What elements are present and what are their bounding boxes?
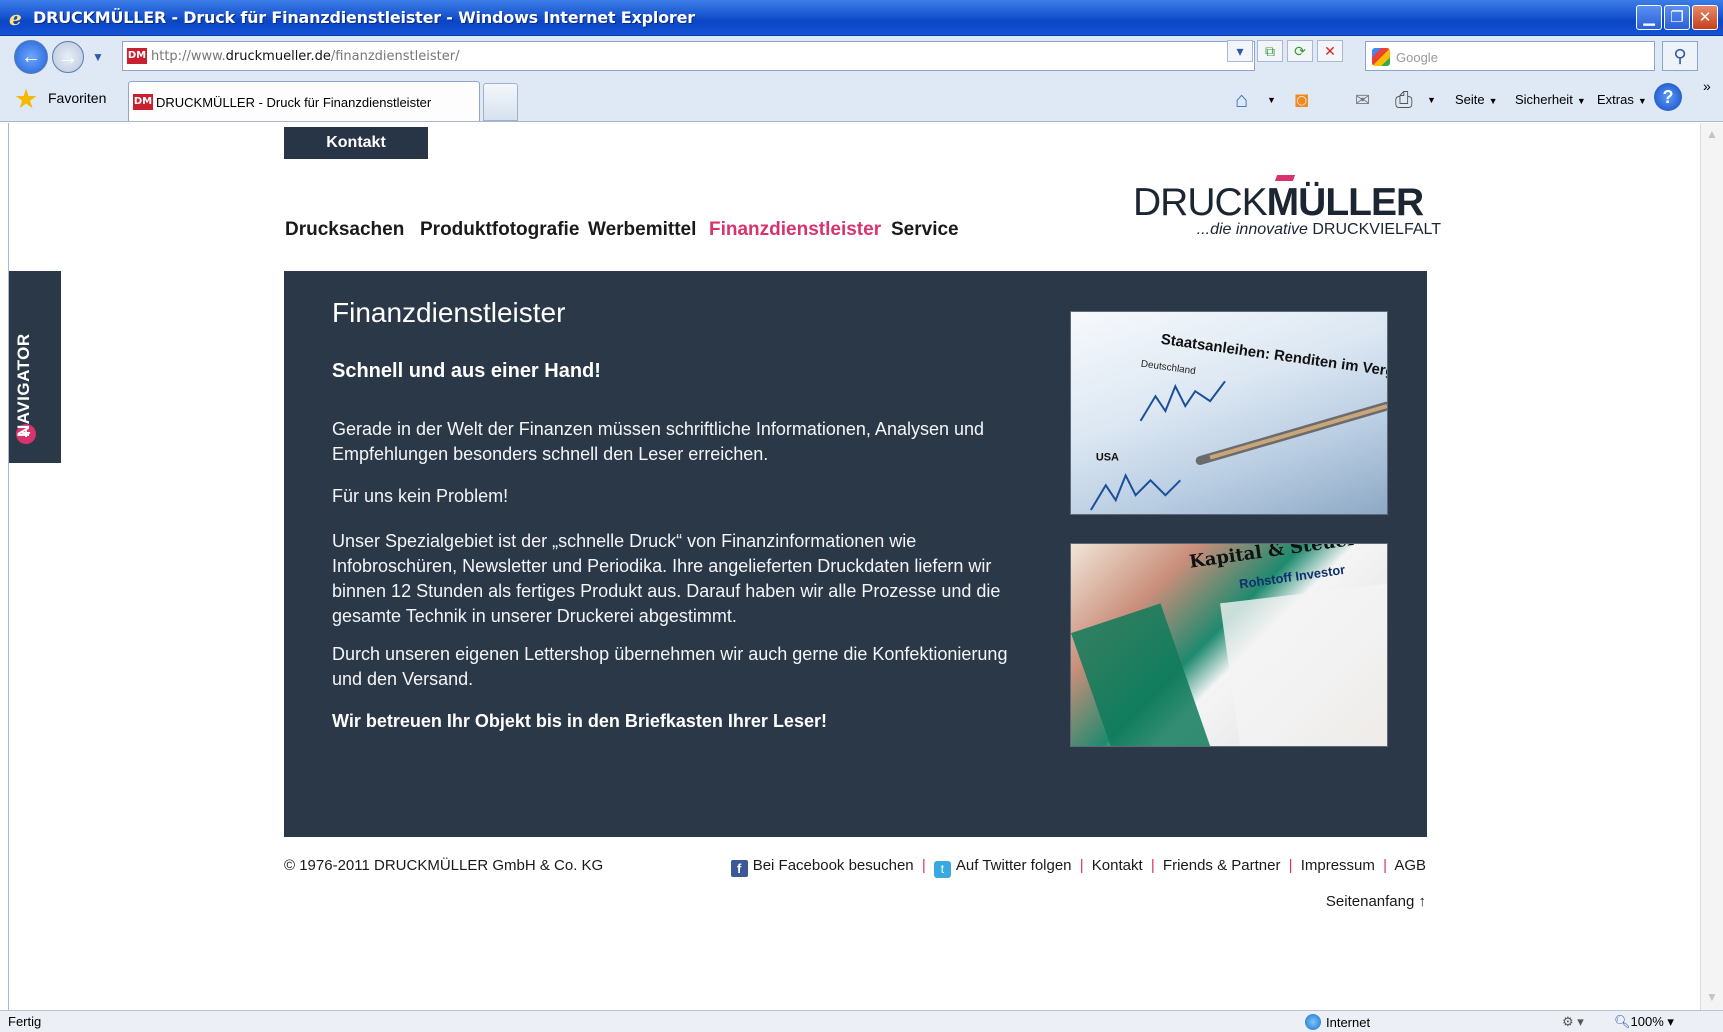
favorites-star-icon[interactable]: ★: [14, 85, 42, 113]
nav-produktfotografie[interactable]: Produktfotografie: [420, 219, 579, 241]
footer-link-kontakt[interactable]: Kontakt: [1092, 857, 1143, 874]
page-title: Finanzdienstleister: [332, 297, 566, 328]
favorites-button[interactable]: Favoriten: [48, 90, 106, 106]
svg-text:USA: USA: [1096, 452, 1119, 464]
nav-service[interactable]: Service: [891, 219, 959, 241]
mail-icon[interactable]: ✉: [1355, 86, 1370, 114]
logo-wordmark: DRUCKMÜLLER: [1133, 181, 1424, 224]
nav-finanzdienstleister[interactable]: Finanzdienstleister: [709, 219, 881, 241]
protected-mode-icon[interactable]: ⚙ ▾: [1562, 1014, 1584, 1030]
twitter-icon[interactable]: t: [933, 861, 951, 878]
navigator-label: NAVIGATOR: [14, 333, 33, 437]
address-input[interactable]: DM http://www.druckmueller.de/finanzdien…: [122, 41, 1255, 71]
zoom-level[interactable]: 🔍︎100% ▾: [1614, 1014, 1674, 1030]
paragraph-closing: Wir betreuen Ihr Objekt bis in den Brief…: [332, 711, 827, 731]
back-to-top-link[interactable]: Seitenanfang ↑: [1326, 893, 1426, 910]
paragraph-3: Unser Spezialgebiet ist der „schnelle Dr…: [332, 531, 1001, 626]
close-button[interactable]: ✕: [1692, 5, 1718, 30]
footer-separator: |: [1150, 857, 1155, 874]
forward-button[interactable]: →: [52, 41, 84, 73]
rss-feed-icon[interactable]: ◙: [1295, 86, 1308, 114]
footer-link-friends[interactable]: Friends & Partner: [1163, 857, 1281, 874]
recent-pages-dropdown-icon[interactable]: ▼: [92, 50, 104, 64]
paragraph-2: Für uns kein Problem!: [332, 486, 509, 506]
footer-separator: |: [1288, 857, 1293, 874]
footer-separator: |: [921, 857, 926, 874]
help-icon[interactable]: ?: [1654, 83, 1682, 111]
home-dropdown-icon[interactable]: ▼: [1267, 86, 1276, 114]
internet-explorer-icon: e: [9, 6, 22, 30]
print-icon[interactable]: ⎙: [1395, 86, 1413, 114]
footer-separator: |: [1383, 857, 1387, 874]
vertical-scrollbar[interactable]: ▲ ▼: [1700, 123, 1723, 1010]
search-placeholder: Google: [1396, 50, 1438, 65]
site-favicon: DM: [127, 48, 147, 64]
scroll-up-icon[interactable]: ▲: [1704, 127, 1720, 143]
status-text: Fertig: [8, 1014, 42, 1029]
svg-text:Deutschland: Deutschland: [1140, 359, 1196, 378]
print-dropdown-icon[interactable]: ▼: [1427, 86, 1436, 114]
url-text: http://www.druckmueller.de/finanzdienstl…: [151, 49, 460, 64]
paragraph-4: Durch unseren eigenen Lettershop überneh…: [332, 644, 1008, 689]
minimize-button[interactable]: ▁: [1636, 5, 1662, 30]
menu-seite[interactable]: Seite ▼: [1455, 86, 1498, 115]
kontakt-tab-link[interactable]: Kontakt: [284, 127, 428, 159]
search-input[interactable]: Google: [1365, 41, 1655, 71]
footer-link-agb[interactable]: AGB: [1394, 857, 1426, 874]
paragraph-1: Gerade in der Welt der Finanzen müssen s…: [332, 419, 985, 464]
maximize-button[interactable]: ❐: [1664, 5, 1690, 30]
scroll-down-icon[interactable]: ▼: [1704, 990, 1720, 1006]
financial-chart-photo: Staatsanleihen: Renditen im Vergl Deutsc…: [1070, 311, 1388, 515]
stop-icon[interactable]: ✕: [1317, 40, 1343, 62]
window-title-bar[interactable]: e DRUCKMÜLLER - Druck für Finanzdienstle…: [0, 0, 1723, 36]
nav-drucksachen[interactable]: Drucksachen: [285, 219, 404, 241]
druckmueller-logo[interactable]: DRUCKMÜLLER ...die innovative DRUCKVIELF…: [1133, 181, 1441, 239]
footer-link-impressum[interactable]: Impressum: [1301, 857, 1375, 874]
refresh-icon[interactable]: ⟳: [1287, 40, 1313, 62]
page-subtitle: Schnell und aus einer Hand!: [332, 360, 601, 382]
internet-zone-icon: [1305, 1014, 1321, 1030]
financial-newspapers-photo: Kapital & Steuer Rohstoff Investor: [1070, 543, 1388, 747]
toolbar-overflow-icon[interactable]: »: [1703, 78, 1711, 94]
url-dropdown-icon[interactable]: ▾: [1227, 40, 1253, 62]
tab-favicon: DM: [133, 94, 153, 110]
nav-werbemittel[interactable]: Werbemittel: [588, 219, 696, 241]
navigator-side-tab[interactable]: + NAVIGATOR: [9, 271, 61, 463]
browser-tab-active[interactable]: DM DRUCKMÜLLER - Druck für Finanzdienstl…: [128, 81, 480, 121]
menu-extras[interactable]: Extras ▼: [1597, 86, 1647, 115]
content-panel: Finanzdienstleister Schnell und aus eine…: [284, 271, 1427, 837]
window-title: DRUCKMÜLLER - Druck für Finanzdienstleis…: [33, 8, 695, 27]
footer-link-facebook[interactable]: Bei Facebook besuchen: [753, 857, 914, 874]
facebook-icon[interactable]: f: [730, 860, 748, 877]
tab-title: DRUCKMÜLLER - Druck für Finanzdienstleis…: [156, 95, 432, 110]
status-bar: Fertig Internet ⚙ ▾ 🔍︎100% ▾: [0, 1010, 1723, 1032]
google-search-provider-icon: [1372, 48, 1390, 66]
search-icon[interactable]: ⚲: [1662, 41, 1698, 71]
back-button[interactable]: ←: [14, 40, 48, 74]
footer-links: f Bei Facebook besuchen | t Auf Twitter fo…: [730, 857, 1426, 878]
footer-copyright: © 1976-2011 DRUCKMÜLLER GmbH & Co. KG: [284, 857, 604, 874]
footer-link-twitter[interactable]: Auf Twitter folgen: [956, 857, 1072, 874]
menu-sicherheit[interactable]: Sicherheit ▼: [1515, 86, 1586, 115]
compatibility-view-icon[interactable]: ⧉: [1257, 40, 1283, 62]
new-tab-button[interactable]: [483, 83, 518, 121]
svg-text:Rohstoff Investor: Rohstoff Investor: [1238, 562, 1346, 592]
home-icon[interactable]: ⌂: [1235, 86, 1248, 114]
page-viewport: Kontakt Drucksachen Produktfotografie We…: [8, 123, 1700, 1010]
footer-separator: |: [1079, 857, 1084, 874]
address-toolbar: ← → ▼ DM http://www.druckmueller.de/fina…: [0, 36, 1723, 78]
favorites-tab-bar: ★ Favoriten DM DRUCKMÜLLER - Druck für F…: [0, 78, 1723, 122]
security-zone[interactable]: Internet: [1305, 1014, 1370, 1030]
